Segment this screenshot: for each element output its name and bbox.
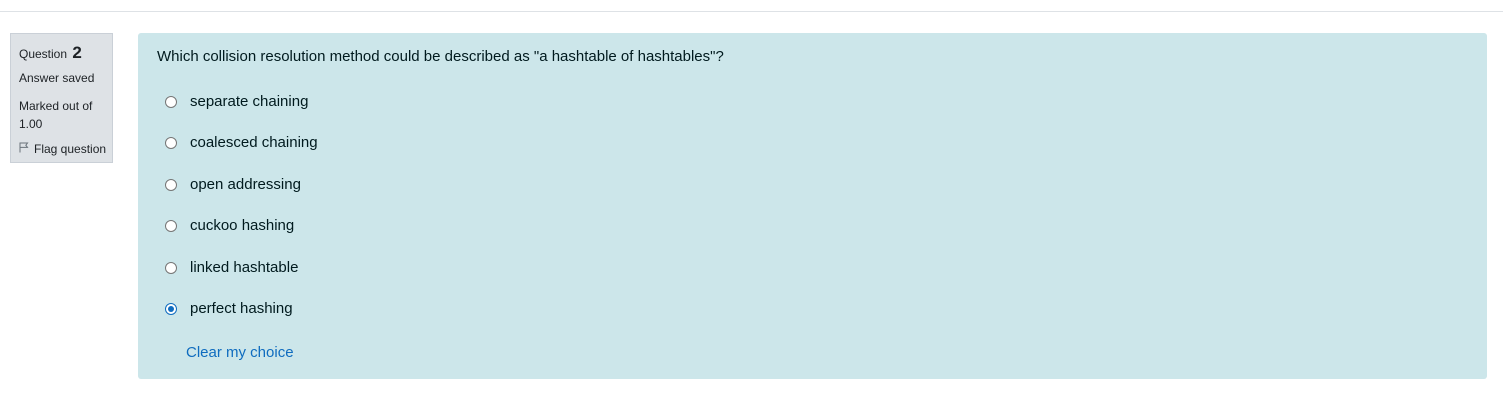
radio-button[interactable] — [165, 95, 177, 108]
radio-button-selected[interactable] — [165, 302, 177, 315]
answer-option[interactable]: coalesced chaining — [165, 134, 318, 151]
answer-option[interactable]: linked hashtable — [165, 259, 298, 276]
question-number-value: 2 — [72, 43, 82, 62]
radio-button[interactable] — [165, 219, 177, 232]
answer-option[interactable]: separate chaining — [165, 93, 308, 110]
answer-option-label: open addressing — [190, 176, 301, 193]
answer-option-label: perfect hashing — [190, 300, 293, 317]
answer-option-label: cuckoo hashing — [190, 217, 295, 234]
radio-button[interactable] — [165, 178, 177, 191]
answer-option[interactable]: cuckoo hashing — [165, 217, 294, 234]
answer-state: Answer saved — [19, 71, 95, 85]
flag-question-label: Flag question — [34, 142, 107, 156]
answer-option-label: separate chaining — [190, 93, 309, 110]
question-content: Which collision resolution method could … — [138, 33, 1487, 379]
radio-button[interactable] — [165, 261, 177, 274]
question-label: Question — [19, 47, 68, 61]
top-divider — [0, 11, 1503, 12]
flag-icon — [19, 142, 34, 156]
answer-option[interactable]: open addressing — [165, 176, 301, 193]
answer-option-label: linked hashtable — [190, 259, 299, 276]
radio-button[interactable] — [165, 136, 177, 149]
question-text: Which collision resolution method could … — [157, 48, 724, 65]
answer-option[interactable]: perfect hashing — [165, 300, 293, 317]
clear-choice-link[interactable]: Clear my choice — [186, 344, 294, 361]
grade-info: Marked out of 1.00 — [19, 99, 93, 131]
flag-question-button[interactable]: Flag question — [19, 142, 106, 156]
question-info-panel: Question 2 Answer saved Marked out of 1.… — [10, 33, 113, 163]
question-number: Question 2 — [19, 43, 82, 63]
answer-option-label: coalesced chaining — [190, 134, 318, 151]
